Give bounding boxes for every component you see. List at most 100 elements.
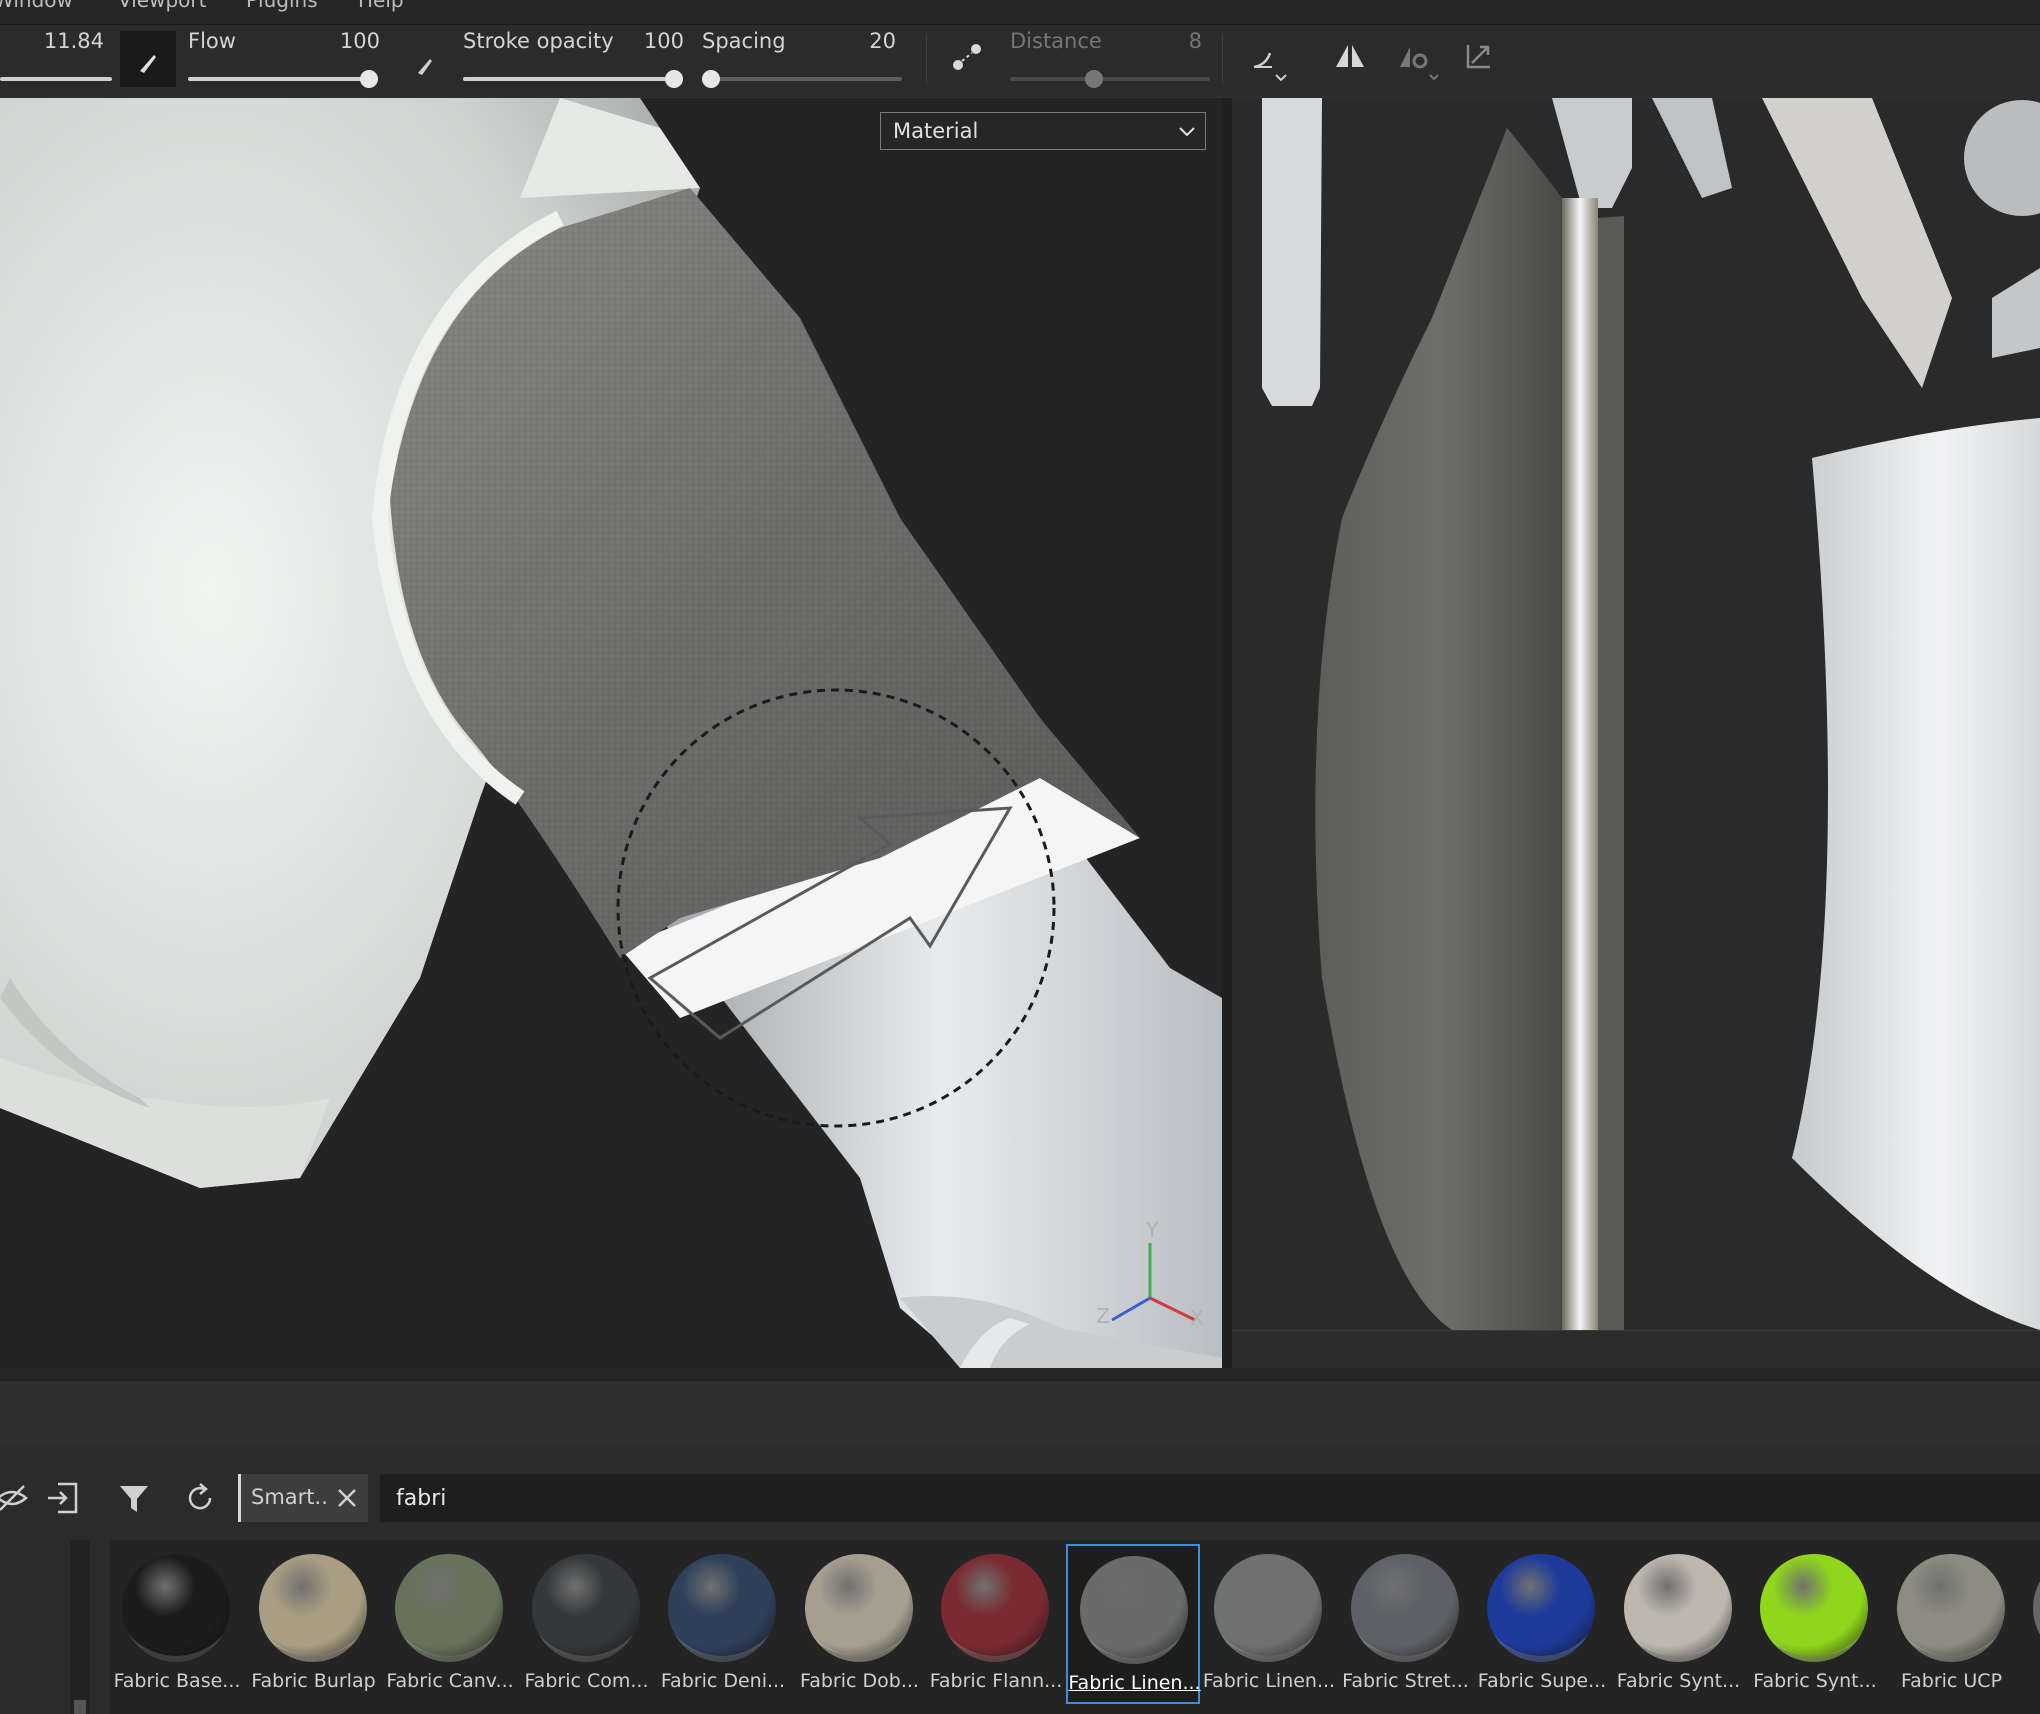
- material-item[interactable]: Fabric Canv...: [383, 1544, 517, 1704]
- distance-label: Distance: [1010, 29, 1102, 53]
- stroke-opacity-slider-thumb[interactable]: [665, 70, 683, 88]
- material-item[interactable]: Fabric Deni...: [656, 1544, 790, 1704]
- shelf-categories-scrollbar[interactable]: [70, 1540, 90, 1714]
- symmetry-icon[interactable]: [1332, 39, 1368, 75]
- stroke-opacity-slider-fill: [463, 77, 683, 81]
- size-value[interactable]: 11.84: [0, 29, 104, 53]
- spacing-slider[interactable]: [702, 70, 902, 88]
- spacing-value[interactable]: 20: [820, 29, 896, 53]
- menu-help[interactable]: Help: [358, 0, 404, 12]
- axis-label-x: X: [1190, 1306, 1204, 1330]
- materials-grid: Fabric Base... Fabric Burlap Fabric Canv..…: [110, 1540, 2040, 1714]
- menu-window[interactable]: Window: [0, 0, 73, 12]
- material-item[interactable]: Fabric Flann...: [929, 1544, 1063, 1704]
- material-label: Fa: [2021, 1670, 2040, 1692]
- distance-slider-thumb[interactable]: [1085, 70, 1103, 88]
- size-slider[interactable]: [0, 77, 112, 81]
- material-item[interactable]: Fabric Linen...: [1065, 1544, 1201, 1704]
- menu-bar: Window Viewport Plugins Help: [0, 0, 2040, 25]
- alignment-dropdown-icon[interactable]: [1246, 37, 1294, 85]
- material-label: Fabric Dob...: [800, 1670, 919, 1692]
- material-item[interactable]: Fabric Com...: [520, 1544, 654, 1704]
- 3d-viewport[interactable]: Y X Z: [0, 98, 1222, 1368]
- flow-label: Flow: [188, 29, 236, 53]
- material-preview-sphere: [2033, 1554, 2040, 1662]
- material-preview-sphere: [941, 1554, 1049, 1662]
- material-preview-sphere: [668, 1554, 776, 1662]
- stroke-opacity-value[interactable]: 100: [600, 29, 684, 53]
- material-preview-sphere: [1350, 1554, 1459, 1662]
- 3d-model-render: [0, 98, 1222, 1368]
- distance-slider[interactable]: [1010, 70, 1210, 88]
- material-label: Fabric Deni...: [660, 1670, 786, 1692]
- flow-value[interactable]: 100: [300, 29, 380, 53]
- import-icon[interactable]: [44, 1480, 80, 1516]
- material-item[interactable]: Fabric Base...: [110, 1544, 244, 1704]
- material-label: Fabric Supe...: [1477, 1670, 1607, 1692]
- material-preview-sphere: [1760, 1554, 1868, 1662]
- material-item[interactable]: Fabric UCP: [1885, 1544, 2019, 1704]
- chevron-down-icon: [1177, 121, 1197, 145]
- toolbar-separator: [1222, 35, 1223, 83]
- spacing-label: Spacing: [702, 29, 786, 53]
- spacing-slider-thumb[interactable]: [702, 70, 720, 88]
- material-preview-sphere: [804, 1554, 913, 1662]
- filter-icon[interactable]: [116, 1480, 152, 1516]
- material-item[interactable]: Fabric Linen...: [1202, 1544, 1336, 1704]
- material-label: Fabric Synt...: [1753, 1670, 1877, 1692]
- panel-separator: [0, 1368, 2040, 1380]
- close-icon[interactable]: [335, 1486, 359, 1514]
- material-preview-sphere: [1487, 1554, 1595, 1662]
- material-item[interactable]: Fabric Supe...: [1475, 1544, 1609, 1704]
- distance-value[interactable]: 8: [1130, 29, 1202, 53]
- pen-pressure-flow-icon[interactable]: [408, 45, 444, 81]
- material-preview-sphere: [122, 1554, 230, 1662]
- material-label: Fabric Linen...: [1068, 1672, 1201, 1694]
- flow-slider-fill: [188, 77, 378, 81]
- material-label: Fabric Base...: [113, 1670, 241, 1692]
- uv-texture-render: [1262, 98, 2040, 1330]
- material-item[interactable]: Fabric Stret...: [1339, 1544, 1473, 1704]
- scrollbar-thumb[interactable]: [74, 1700, 86, 1714]
- material-preview-sphere: [1896, 1554, 2005, 1662]
- refresh-icon[interactable]: [182, 1480, 218, 1516]
- material-preview-sphere: [531, 1554, 640, 1662]
- material-label: Fabric Flann...: [929, 1670, 1063, 1692]
- material-item[interactable]: Fa: [2021, 1544, 2040, 1704]
- axis-label-y: Y: [1146, 1218, 1159, 1242]
- material-preview-sphere: [258, 1554, 367, 1662]
- material-label: Fabric Linen...: [1202, 1670, 1336, 1692]
- viewport-divider[interactable]: [1222, 98, 1232, 1368]
- hide-icon[interactable]: [0, 1480, 30, 1516]
- material-label: Fabric Synt...: [1616, 1670, 1741, 1692]
- tool-properties-bar: 11.84 Flow 100 Stroke opacity 100 Spacin…: [0, 25, 2040, 97]
- material-preview-sphere: [1623, 1554, 1732, 1662]
- material-item[interactable]: Fabric Burlap: [247, 1544, 381, 1704]
- menu-viewport[interactable]: Viewport: [118, 0, 206, 12]
- flow-slider-thumb[interactable]: [360, 70, 378, 88]
- material-label: Fabric Stret...: [1342, 1670, 1469, 1692]
- empty-panel: [0, 1380, 2040, 1448]
- axis-label-z: Z: [1096, 1304, 1110, 1328]
- channel-dropdown-value: Material: [893, 119, 979, 143]
- material-item[interactable]: Fabric Dob...: [793, 1544, 927, 1704]
- 2d-uv-viewport[interactable]: [1232, 98, 2040, 1330]
- stroke-opacity-label: Stroke opacity: [463, 29, 614, 53]
- material-label: Fabric UCP: [1900, 1670, 2003, 1692]
- symmetry-settings-icon[interactable]: [1396, 39, 1440, 83]
- transform-icon[interactable]: [1460, 39, 1496, 75]
- lazy-mouse-icon[interactable]: [948, 39, 984, 75]
- stroke-opacity-slider[interactable]: [463, 70, 683, 88]
- shelf-search-input[interactable]: [380, 1474, 2040, 1522]
- material-item[interactable]: Fabric Synt...: [1748, 1544, 1882, 1704]
- pen-pressure-size-icon[interactable]: [120, 31, 176, 87]
- material-item[interactable]: Fabric Synt...: [1612, 1544, 1746, 1704]
- smart-materials-filter-tag[interactable]: Smart..: [238, 1474, 368, 1522]
- material-label: Fabric Burlap: [251, 1670, 376, 1692]
- flow-slider[interactable]: [188, 70, 378, 88]
- channel-dropdown[interactable]: Material: [880, 112, 1206, 150]
- material-preview-sphere: [1079, 1556, 1188, 1664]
- smart-tag-label: Smart..: [251, 1485, 328, 1509]
- toolbar-separator: [926, 35, 927, 83]
- menu-plugins[interactable]: Plugins: [246, 0, 318, 12]
